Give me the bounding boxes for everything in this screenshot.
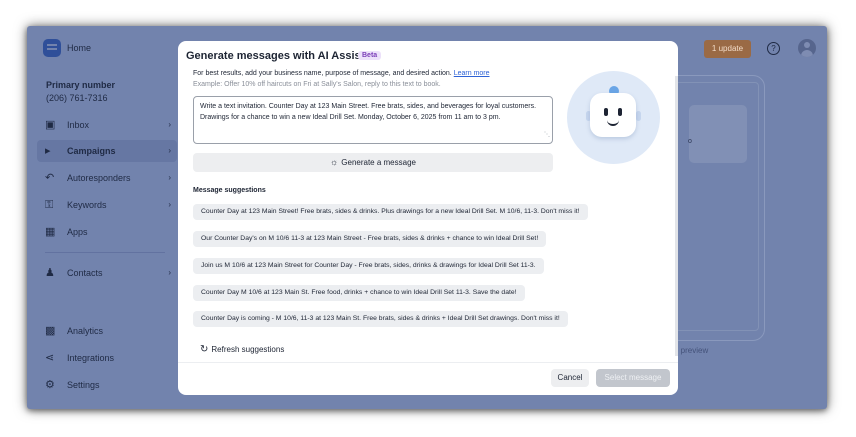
user-avatar-icon[interactable] bbox=[798, 39, 816, 57]
sidebar-item-label: Contacts bbox=[67, 268, 103, 278]
intro-text-body: For best results, add your business name… bbox=[193, 70, 452, 77]
robot-eye-icon bbox=[618, 108, 622, 116]
chevron-right-icon: › bbox=[168, 173, 171, 182]
app-logo-icon[interactable] bbox=[43, 39, 61, 57]
analytics-icon: ▩ bbox=[45, 325, 56, 337]
plug-icon: ⋖ bbox=[45, 352, 55, 364]
suggestion-chip[interactable]: Join us M 10/6 at 123 Main Street for Co… bbox=[193, 258, 544, 274]
sidebar-item-label: Apps bbox=[67, 227, 88, 237]
generate-message-button[interactable]: ☼ Generate a message bbox=[193, 153, 553, 172]
sidebar-item-analytics[interactable]: ▩ Analytics bbox=[37, 320, 177, 342]
sidebar-item-keywords[interactable]: ⚿ Keywords › bbox=[37, 194, 177, 216]
sidebar-item-integrations[interactable]: ⋖ Integrations bbox=[37, 347, 177, 369]
sidebar: Home Primary number (206) 761-7316 ▣ Inb… bbox=[27, 26, 185, 409]
robot-mouth-icon bbox=[607, 119, 619, 126]
suggestion-chip[interactable]: Counter Day at 123 Main Street! Free bra… bbox=[193, 204, 588, 220]
beta-badge: Beta bbox=[358, 51, 382, 60]
apps-grid-icon: ▦ bbox=[45, 226, 56, 238]
footer-divider bbox=[178, 362, 678, 363]
sidebar-item-apps[interactable]: ▦ Apps bbox=[37, 221, 177, 243]
suggestion-chip[interactable]: Counter Day is coming - M 10/6, 11-3 at … bbox=[193, 311, 568, 327]
sidebar-item-inbox[interactable]: ▣ Inbox › bbox=[37, 114, 177, 136]
suggestion-chip[interactable]: Our Counter Day's on M 10/6 11-3 at 123 … bbox=[193, 231, 547, 247]
home-link[interactable]: Home bbox=[67, 43, 91, 53]
generate-label: Generate a message bbox=[341, 158, 416, 167]
gear-icon: ⚙ bbox=[45, 379, 55, 391]
phone-screen: o bbox=[675, 82, 759, 331]
chevron-right-icon: › bbox=[168, 120, 171, 129]
chevron-right-icon: › bbox=[168, 200, 171, 209]
refresh-icon: ↻ bbox=[200, 344, 209, 355]
prompt-textarea[interactable]: Write a text invitation. Counter Day at … bbox=[193, 96, 553, 144]
sidebar-item-label: Keywords bbox=[67, 200, 107, 210]
sidebar-item-label: Settings bbox=[67, 380, 100, 390]
app-window: Home Primary number (206) 761-7316 ▣ Inb… bbox=[27, 26, 827, 409]
refresh-suggestions-button[interactable]: ↻ Refresh suggestions bbox=[200, 344, 284, 355]
modal-scrollbar[interactable] bbox=[675, 76, 678, 356]
chevron-right-icon: › bbox=[168, 268, 171, 277]
sidebar-divider bbox=[45, 252, 165, 253]
sidebar-item-settings[interactable]: ⚙ Settings bbox=[37, 374, 177, 396]
suggestion-chip[interactable]: Counter Day M 10/6 at 123 Main St. Free … bbox=[193, 285, 525, 301]
robot-ear-icon bbox=[636, 111, 641, 121]
sidebar-item-contacts[interactable]: ♟ Contacts › bbox=[37, 262, 177, 284]
sidebar-item-label: Integrations bbox=[67, 353, 115, 363]
megaphone-icon: ▸ bbox=[45, 145, 51, 157]
sidebar-item-autoresponders[interactable]: ↶ Autoresponders › bbox=[37, 167, 177, 189]
prompt-value: Write a text invitation. Counter Day at … bbox=[200, 103, 537, 121]
modal-title: Generate messages with AI Assist bbox=[186, 50, 365, 62]
message-bubble: o bbox=[688, 105, 747, 163]
refresh-label: Refresh suggestions bbox=[211, 345, 285, 354]
key-icon: ⚿ bbox=[45, 199, 54, 211]
phone-preview: o bbox=[667, 75, 765, 341]
robot-head-icon bbox=[590, 93, 636, 137]
bubble-text: o bbox=[688, 138, 692, 145]
sidebar-item-label: Inbox bbox=[67, 120, 90, 130]
sidebar-item-label: Campaigns bbox=[67, 146, 116, 156]
primary-number-value[interactable]: (206) 761-7316 bbox=[46, 93, 108, 103]
select-message-button[interactable]: Select message bbox=[596, 369, 670, 387]
autoresponder-icon: ↶ bbox=[45, 172, 55, 184]
robot-eye-icon bbox=[604, 108, 608, 116]
update-button[interactable]: 1 update bbox=[704, 40, 751, 58]
inbox-icon: ▣ bbox=[45, 119, 56, 131]
lightbulb-icon: ☼ bbox=[330, 157, 339, 167]
contacts-icon: ♟ bbox=[45, 267, 55, 279]
suggestions-heading: Message suggestions bbox=[193, 187, 266, 194]
sidebar-item-label: Autoresponders bbox=[67, 173, 131, 183]
question-circle-icon[interactable]: ? bbox=[767, 42, 780, 55]
cancel-button[interactable]: Cancel bbox=[551, 369, 589, 387]
learn-more-link[interactable]: Learn more bbox=[454, 70, 490, 77]
intro-text: For best results, add your business name… bbox=[193, 70, 490, 77]
preview-label: e preview bbox=[674, 346, 709, 355]
ai-assist-modal: Generate messages with AI Assist Beta Fo… bbox=[178, 41, 678, 395]
example-text: Example: Offer 10% off haircuts on Fri a… bbox=[193, 81, 441, 88]
chevron-right-icon: › bbox=[168, 146, 171, 155]
sidebar-item-label: Analytics bbox=[67, 326, 104, 336]
robot-illustration bbox=[567, 71, 660, 164]
sidebar-item-campaigns[interactable]: ▸ Campaigns › bbox=[37, 140, 177, 162]
resize-handle-icon[interactable]: ⋱ bbox=[544, 130, 550, 141]
primary-number-label: Primary number bbox=[46, 80, 116, 90]
